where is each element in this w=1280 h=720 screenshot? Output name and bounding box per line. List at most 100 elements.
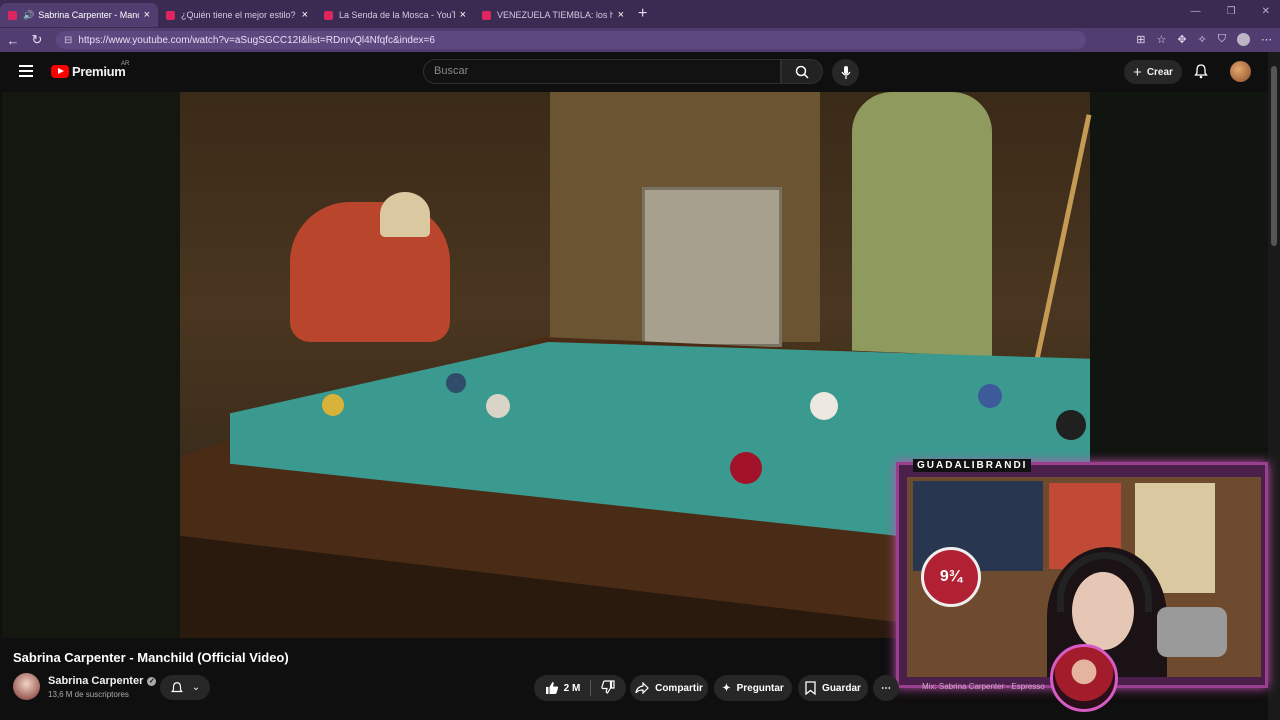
thumbs-up-icon bbox=[545, 682, 558, 694]
page-bottom bbox=[0, 712, 1268, 720]
logo-text: Premium bbox=[72, 64, 126, 79]
voice-search-button[interactable] bbox=[832, 59, 859, 86]
hamburger-menu-icon[interactable] bbox=[19, 65, 33, 77]
notifications-bell-icon[interactable] bbox=[1193, 63, 1209, 84]
scrollbar-thumb[interactable] bbox=[1271, 66, 1277, 246]
youtube-favicon-icon bbox=[482, 10, 491, 20]
maximize-icon[interactable]: ❐ bbox=[1227, 6, 1236, 17]
create-button[interactable]: + Crear bbox=[1124, 60, 1182, 84]
like-button[interactable]: 2 M bbox=[545, 681, 581, 695]
save-button[interactable]: Guardar bbox=[798, 675, 868, 701]
close-window-icon[interactable]: ✕ bbox=[1262, 6, 1270, 17]
scene-machine bbox=[642, 187, 782, 347]
pool-ball bbox=[978, 384, 1002, 408]
scene-hat bbox=[380, 192, 430, 237]
like-count: 2 M bbox=[563, 682, 581, 694]
close-tab-icon[interactable]: × bbox=[144, 9, 150, 21]
youtube-play-icon bbox=[51, 65, 69, 78]
dislike-button[interactable] bbox=[601, 679, 615, 697]
close-tab-icon[interactable]: × bbox=[618, 9, 624, 21]
tab-estilo[interactable]: ¿Quién tiene el mejor estilo? Lit K × bbox=[158, 3, 316, 27]
pool-ball bbox=[1056, 410, 1086, 440]
channel-name-text: Sabrina Carpenter bbox=[48, 675, 144, 687]
page-scrollbar[interactable] bbox=[1268, 52, 1280, 720]
microphone-icon bbox=[841, 65, 850, 79]
now-playing-ticker: Mix: Sabrina Carpenter - Espresso bbox=[922, 682, 1045, 691]
youtube-logo[interactable]: Premium AR bbox=[51, 61, 130, 79]
pool-ball bbox=[730, 452, 762, 484]
divider bbox=[590, 680, 592, 696]
speaker-icon[interactable]: 🔊 bbox=[23, 10, 34, 21]
toolbar-icons: ⊞ ☆ ✥ ✧ ⛉ ⋯ bbox=[1136, 33, 1272, 46]
new-tab-icon[interactable]: + bbox=[638, 5, 647, 23]
bookmark-icon bbox=[805, 681, 816, 695]
profile-icon[interactable] bbox=[1237, 33, 1250, 46]
apps-icon[interactable]: ⊞ bbox=[1136, 33, 1145, 46]
share-label: Compartir bbox=[655, 682, 703, 694]
pool-ball bbox=[322, 394, 344, 416]
ask-label: Preguntar bbox=[736, 682, 784, 694]
more-dots-icon: ⋯ bbox=[881, 682, 891, 694]
scene-cue bbox=[1033, 114, 1092, 365]
reload-icon[interactable]: ↻ bbox=[26, 32, 48, 48]
search-button[interactable] bbox=[781, 59, 823, 84]
search-icon bbox=[795, 65, 809, 79]
subscription-notifications-button[interactable]: ⌄ bbox=[160, 675, 210, 700]
pool-ball bbox=[810, 392, 838, 420]
chevron-down-icon: ⌄ bbox=[191, 682, 201, 693]
browser-tab-bar: 🔊 Sabrina Carpenter - Manchild × ¿Quién … bbox=[0, 0, 1280, 28]
share-icon bbox=[635, 682, 649, 694]
video-left-edge bbox=[2, 92, 180, 638]
tab-title: Sabrina Carpenter - Manchild bbox=[38, 10, 138, 20]
url-field[interactable]: ⊟ https://www.youtube.com/watch?v=aSugSG… bbox=[56, 31, 1086, 49]
youtube-favicon-icon bbox=[324, 10, 333, 20]
minimize-icon[interactable]: — bbox=[1191, 6, 1201, 17]
video-title: Sabrina Carpenter - Manchild (Official V… bbox=[13, 650, 289, 665]
close-tab-icon[interactable]: × bbox=[302, 9, 308, 21]
country-code: AR bbox=[121, 61, 130, 67]
tab-title: La Senda de la Mosca - YouTube bbox=[339, 10, 455, 20]
sparkle-icon: ✦ bbox=[722, 682, 731, 694]
streamer-name: GUADALIBRANDI bbox=[913, 459, 1032, 472]
more-actions-button[interactable]: ⋯ bbox=[873, 675, 899, 701]
tab-title: VENEZUELA TIEMBLA: los héroes bbox=[497, 10, 613, 20]
ask-button[interactable]: ✦ Preguntar bbox=[714, 675, 792, 701]
account-avatar[interactable] bbox=[1230, 61, 1251, 82]
save-label: Guardar bbox=[822, 682, 861, 694]
menu-dots-icon[interactable]: ⋯ bbox=[1261, 33, 1272, 46]
search-input[interactable]: Buscar bbox=[423, 59, 781, 84]
favorites-icon[interactable]: ✧ bbox=[1198, 33, 1207, 46]
create-label: Crear bbox=[1146, 66, 1173, 78]
channel-name[interactable]: Sabrina Carpenter ✓ bbox=[48, 675, 157, 687]
youtube-header: Premium AR Buscar + Crear bbox=[0, 52, 1268, 92]
tab-sabrina[interactable]: 🔊 Sabrina Carpenter - Manchild × bbox=[0, 3, 158, 27]
subscriber-count: 13,6 M de suscriptores bbox=[48, 690, 129, 699]
tab-venezuela[interactable]: VENEZUELA TIEMBLA: los héroes × bbox=[474, 3, 632, 27]
bookmark-star-icon[interactable]: ☆ bbox=[1156, 33, 1166, 46]
channel-avatar[interactable] bbox=[13, 673, 40, 700]
thumbs-down-icon bbox=[601, 679, 615, 694]
studio-microphone bbox=[1157, 607, 1227, 657]
pool-ball bbox=[486, 394, 510, 418]
youtube-favicon-icon bbox=[8, 10, 17, 20]
bell-icon bbox=[170, 681, 183, 692]
youtube-favicon-icon bbox=[166, 10, 175, 20]
like-dislike-group: 2 M bbox=[534, 675, 626, 701]
tab-senda[interactable]: La Senda de la Mosca - YouTube × bbox=[316, 3, 474, 27]
streamer-avatar bbox=[1050, 644, 1118, 712]
window-controls: — ❐ ✕ bbox=[1191, 6, 1270, 17]
share-button[interactable]: Compartir bbox=[630, 675, 708, 701]
scene-woman bbox=[852, 92, 992, 367]
site-info-icon[interactable]: ⊟ bbox=[64, 35, 72, 46]
shield-icon[interactable]: ⛉ bbox=[1218, 33, 1226, 46]
close-tab-icon[interactable]: × bbox=[460, 9, 466, 21]
extensions-icon[interactable]: ✥ bbox=[1177, 33, 1186, 46]
address-bar-row: ← ↻ ⊟ https://www.youtube.com/watch?v=aS… bbox=[0, 28, 1280, 52]
tab-title: ¿Quién tiene el mejor estilo? Lit K bbox=[181, 10, 297, 20]
back-icon[interactable]: ← bbox=[2, 33, 24, 48]
plus-icon: + bbox=[1133, 63, 1142, 81]
url-text: https://www.youtube.com/watch?v=aSugSGCC… bbox=[78, 34, 435, 46]
platform-badge: 9¾ bbox=[921, 547, 981, 607]
pool-ball bbox=[446, 373, 466, 393]
verified-icon: ✓ bbox=[147, 676, 157, 686]
